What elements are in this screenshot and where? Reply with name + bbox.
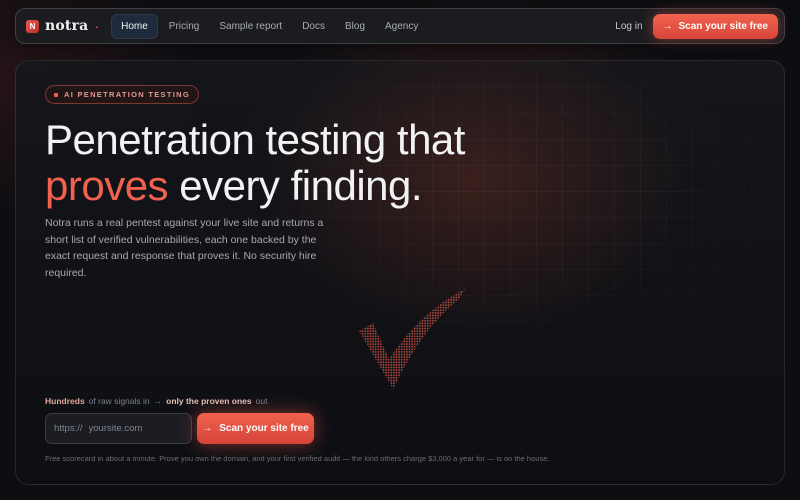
headline-line-1: Penetration testing that [45, 116, 465, 163]
nav-sample-report[interactable]: Sample report [210, 15, 291, 38]
headline-accent: proves [45, 162, 169, 209]
arrow-right-icon: → [202, 423, 213, 434]
brand-dot: · [94, 18, 100, 34]
url-field[interactable]: https:// [45, 413, 192, 444]
nav-links: Home Pricing Sample report Docs Blog Age… [111, 13, 427, 39]
badge-dot-icon [54, 92, 58, 97]
nav-pricing[interactable]: Pricing [160, 15, 209, 38]
login-link[interactable]: Log in [615, 21, 642, 32]
hero-badge-label: AI PENETRATION TESTING [64, 90, 190, 99]
signals-part-1: Hundreds [45, 396, 85, 406]
signals-part-3: only the proven ones [166, 396, 252, 406]
url-prefix: https:// [54, 423, 83, 434]
url-input[interactable] [88, 423, 189, 434]
nav-blog[interactable]: Blog [336, 15, 374, 38]
nav-actions: Log in → Scan your site free [615, 13, 778, 39]
nav-agency[interactable]: Agency [376, 15, 427, 38]
headline-rest: every finding. [168, 162, 423, 209]
hero-badge: AI PENETRATION TESTING [45, 85, 199, 104]
nav-docs[interactable]: Docs [293, 15, 334, 38]
hero-description: Notra runs a real pentest against your l… [45, 217, 324, 279]
nav-scan-button[interactable]: → Scan your site free [652, 13, 778, 39]
hero-fineprint: Free scorecard in about a minute. Prove … [45, 454, 550, 463]
signals-caption: Hundreds of raw signals in → only the pr… [45, 396, 267, 406]
nav-home[interactable]: Home [111, 13, 158, 39]
brand[interactable]: N notra · [26, 18, 99, 34]
hero-scan-button-label: Scan your site free [219, 423, 309, 434]
nav-scan-button-label: Scan your site free [678, 20, 768, 32]
hero-card: AI PENETRATION TESTING Penetration testi… [15, 60, 785, 485]
signals-part-4: out [255, 396, 268, 406]
signals-arrow-icon: → [153, 396, 163, 406]
brand-logo-icon: N [26, 19, 39, 33]
hero-headline: Penetration testing that proves every fi… [45, 117, 465, 209]
checkmark-icon [359, 289, 465, 389]
signals-part-2: of raw signals in [88, 396, 150, 406]
arrow-right-icon: → [662, 20, 673, 32]
hero-scan-button[interactable]: → Scan your site free [197, 413, 314, 444]
top-navbar: N notra · Home Pricing Sample report Docs… [15, 8, 785, 44]
brand-name: notra [45, 18, 89, 34]
